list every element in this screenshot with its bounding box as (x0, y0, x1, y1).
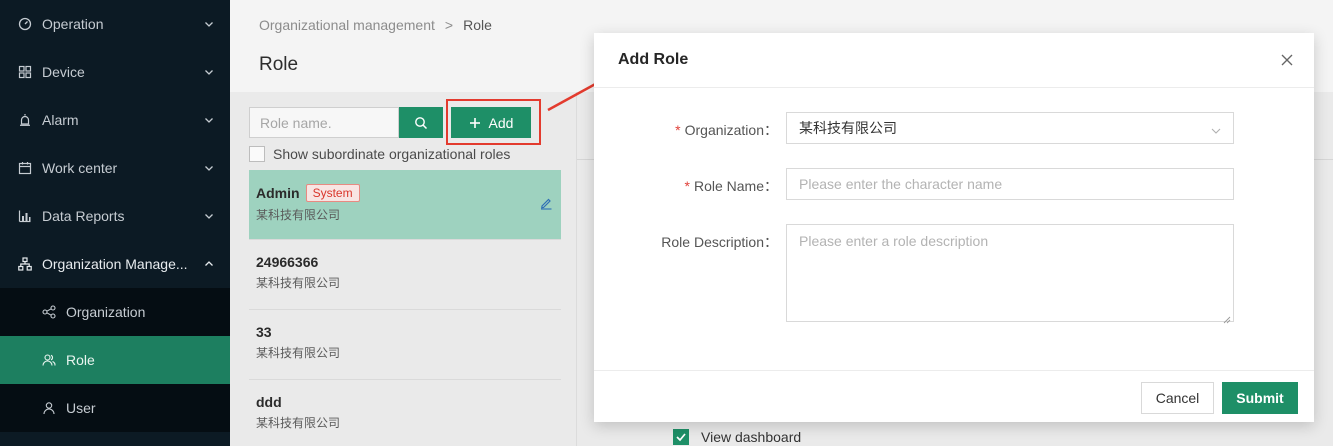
search-icon (415, 116, 428, 129)
dialog-footer: Cancel Submit (594, 370, 1314, 422)
chevron-down-icon (204, 211, 214, 221)
sidebar-item-label: Organization (66, 304, 146, 320)
list-item[interactable]: 33 某科技有限公司 (249, 310, 561, 380)
role-name: Admin (256, 185, 300, 201)
subordinate-roles-label: Show subordinate organizational roles (273, 146, 511, 162)
role-description-label: Role Description： (661, 234, 778, 250)
users-icon (42, 353, 56, 367)
sidebar-item-label: Data Reports (42, 208, 125, 224)
chevron-down-icon (204, 67, 214, 77)
role-org: 某科技有限公司 (256, 276, 341, 290)
close-icon[interactable] (1280, 53, 1294, 67)
sidebar-item-user[interactable]: User (0, 384, 230, 432)
cancel-button[interactable]: Cancel (1141, 382, 1214, 414)
sidebar-item-device[interactable]: Device (0, 48, 230, 96)
sidebar-submenu: Organization Role User (0, 288, 230, 432)
role-org: 某科技有限公司 (256, 346, 341, 360)
role-name: 24966366 (256, 254, 319, 270)
chevron-down-icon (204, 19, 214, 29)
role-list: Admin System 某科技有限公司 24966366 某科技有限公司 33… (249, 170, 561, 446)
role-name-placeholder: Please enter the character name (799, 176, 1003, 192)
role-search-input[interactable]: Role name. (249, 107, 399, 138)
view-dashboard-label: View dashboard (701, 429, 802, 445)
sidebar-item-organization[interactable]: Organization (0, 288, 230, 336)
role-name: ddd (256, 394, 282, 410)
search-button[interactable] (399, 107, 443, 138)
dialog-header: Add Role (594, 33, 1314, 88)
role-name: 33 (256, 324, 272, 340)
sidebar-item-label: Work center (42, 160, 118, 176)
view-dashboard-checkbox[interactable]: View dashboard (673, 429, 801, 445)
organization-value: 某科技有限公司 (799, 120, 897, 136)
list-item[interactable]: 24966366 某科技有限公司 (249, 240, 561, 310)
breadcrumb-current: Role (463, 17, 492, 33)
user-icon (42, 401, 56, 415)
edit-icon[interactable] (539, 196, 553, 210)
role-name-input[interactable]: Please enter the character name (786, 168, 1234, 200)
breadcrumb-parent[interactable]: Organizational management (259, 17, 435, 33)
sidebar-item-label: Organization Manage... (42, 256, 188, 272)
resize-grip-icon[interactable] (1223, 311, 1231, 324)
sidebar-item-role[interactable]: Role (0, 336, 230, 384)
add-role-dialog: Add Role * Organization： 某科技有限公司 * Role Na… (594, 33, 1314, 422)
share-nodes-icon (42, 305, 56, 319)
sidebar-item-label: Role (66, 352, 95, 368)
dashboard-icon (18, 17, 32, 31)
sidebar-item-work-center[interactable]: Work center (0, 144, 230, 192)
sidebar-item-operation[interactable]: Operation (0, 0, 230, 48)
system-badge: System (305, 184, 360, 202)
sidebar-item-label: User (66, 400, 96, 416)
chevron-down-icon (204, 163, 214, 173)
search-placeholder: Role name. (260, 114, 332, 131)
check-icon[interactable] (673, 429, 689, 445)
org-tree-icon (18, 257, 32, 271)
bar-chart-icon (18, 209, 32, 223)
page-title: Role (259, 54, 299, 75)
role-org: 某科技有限公司 (256, 208, 341, 222)
organization-label: * Organization： (675, 122, 778, 138)
chevron-up-icon (204, 259, 214, 269)
breadcrumb: Organizational management > Role (259, 17, 492, 33)
annotation-highlight-box (446, 99, 541, 145)
role-name-label: * Role Name： (684, 178, 778, 194)
calendar-icon (18, 161, 32, 175)
checkbox-unchecked[interactable] (249, 146, 265, 162)
grid-icon (18, 65, 32, 79)
role-description-textarea[interactable]: Please enter a role description (786, 224, 1234, 324)
sidebar-item-organization-management[interactable]: Organization Manage... (0, 240, 230, 288)
sidebar-item-data-reports[interactable]: Data Reports (0, 192, 230, 240)
role-description-placeholder: Please enter a role description (799, 233, 989, 249)
sidebar-item-label: Alarm (42, 112, 79, 128)
sidebar-item-label: Device (42, 64, 85, 80)
chevron-down-icon (1211, 123, 1221, 134)
alarm-icon (18, 113, 32, 127)
breadcrumb-separator: > (444, 17, 454, 33)
chevron-down-icon (204, 115, 214, 125)
role-org: 某科技有限公司 (256, 416, 341, 430)
sidebar-item-label: Operation (42, 16, 104, 32)
dialog-title: Add Role (618, 51, 689, 68)
list-item[interactable]: Admin System 某科技有限公司 (249, 170, 561, 240)
role-list-panel: Role name. Add Show subordinate organiza… (230, 92, 576, 446)
sidebar-item-alarm[interactable]: Alarm (0, 96, 230, 144)
subordinate-roles-checkbox[interactable]: Show subordinate organizational roles (249, 146, 510, 162)
submit-button[interactable]: Submit (1222, 382, 1298, 414)
sidebar: Operation Device Alarm Work center Data … (0, 0, 230, 446)
list-item[interactable]: ddd 某科技有限公司 (249, 380, 561, 446)
organization-select[interactable]: 某科技有限公司 (786, 112, 1234, 144)
